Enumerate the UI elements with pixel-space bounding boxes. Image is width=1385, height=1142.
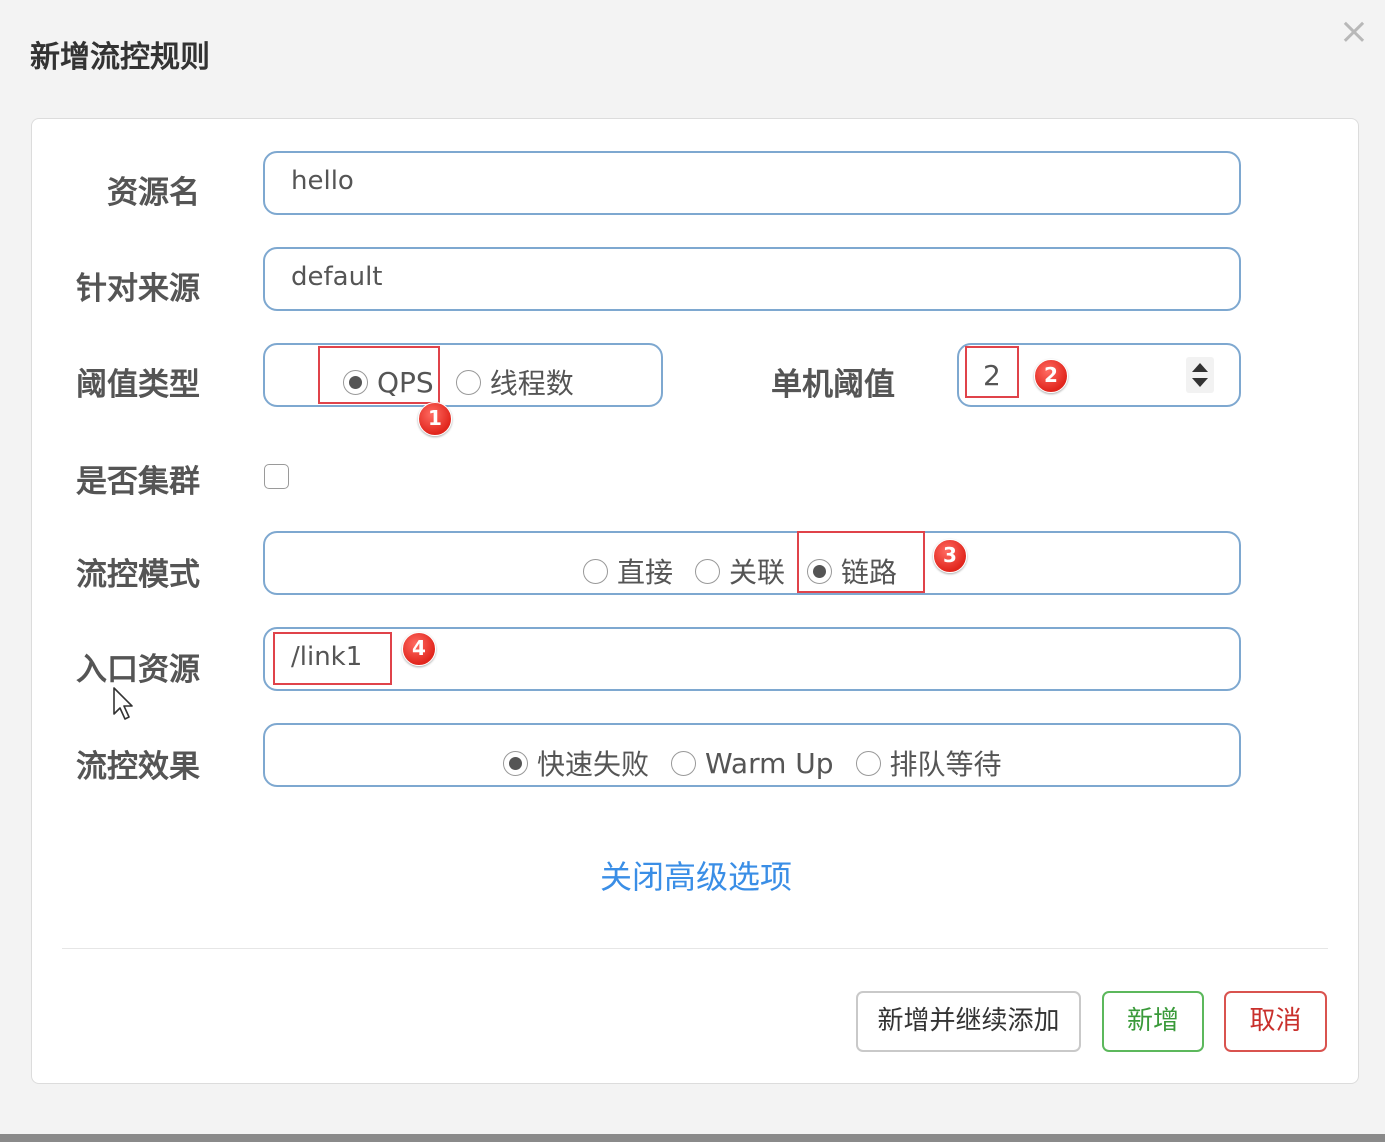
radio-circle-icon[interactable] xyxy=(855,750,881,776)
radio-chain[interactable]: 链路 xyxy=(807,551,897,591)
radio-circle-icon[interactable] xyxy=(583,558,608,584)
annotation-badge: 1 xyxy=(418,402,452,436)
count-label: 单机阈值 xyxy=(771,367,895,403)
limit-app-label: 针对来源 xyxy=(76,271,200,307)
radio-direct[interactable]: 直接 xyxy=(583,551,673,591)
divider xyxy=(62,948,1328,949)
radio-circle-icon[interactable] xyxy=(695,558,721,584)
ref-resource-label: 入口资源 xyxy=(76,652,200,688)
radio-fast-fail[interactable]: 快速失败 xyxy=(503,743,649,783)
toggle-advanced-link[interactable]: 关闭高级选项 xyxy=(600,852,792,898)
resource-name-label: 资源名 xyxy=(107,175,200,211)
dialog-title: 新增流控规则 xyxy=(30,40,210,75)
radio-warm-up-label: Warm Up xyxy=(705,746,834,780)
threshold-type-label: 阈值类型 xyxy=(76,367,200,403)
radio-circle-icon[interactable] xyxy=(807,558,833,584)
annotation-badge: 3 xyxy=(933,539,967,573)
annotation-badge: 2 xyxy=(1034,359,1068,393)
ref-resource-value: /link1 xyxy=(291,642,363,672)
threshold-type-radios: QPS 线程数 xyxy=(343,362,574,402)
mouse-pointer-icon xyxy=(113,687,133,720)
add-button[interactable]: 新增 xyxy=(1102,991,1204,1052)
close-icon[interactable]: × xyxy=(1336,12,1372,52)
radio-chain-label: 链路 xyxy=(841,556,898,589)
add-and-continue-button[interactable]: 新增并继续添加 xyxy=(856,991,1081,1052)
radio-fast-fail-label: 快速失败 xyxy=(537,748,650,781)
strategy-radios: 直接 关联 链路 xyxy=(583,551,897,591)
radio-qps-label: QPS xyxy=(377,365,434,399)
number-spinner-icon[interactable] xyxy=(1186,357,1214,393)
radio-thread-count-label: 线程数 xyxy=(489,367,574,400)
strategy-label: 流控模式 xyxy=(76,557,200,593)
radio-queue-label: 排队等待 xyxy=(889,748,1002,781)
limit-app-input[interactable]: default xyxy=(263,247,1241,311)
radio-circle-icon[interactable] xyxy=(671,750,697,776)
radio-circle-icon[interactable] xyxy=(343,369,368,395)
control-behavior-radios: 快速失败 Warm Up 排队等待 xyxy=(503,743,1002,783)
radio-warm-up[interactable]: Warm Up xyxy=(671,747,834,780)
radio-relate-label: 关联 xyxy=(729,556,786,589)
cancel-button[interactable]: 取消 xyxy=(1224,991,1327,1052)
control-behavior-label: 流控效果 xyxy=(76,749,200,785)
annotation-badge: 4 xyxy=(402,632,436,666)
radio-thread-count[interactable]: 线程数 xyxy=(455,362,574,402)
radio-circle-icon[interactable] xyxy=(455,369,481,395)
radio-qps[interactable]: QPS xyxy=(343,366,434,399)
resource-name-input[interactable]: hello xyxy=(263,151,1241,215)
count-value: 2 xyxy=(983,359,1001,392)
resource-name-value: hello xyxy=(291,166,354,196)
window-bottom-edge xyxy=(0,1134,1385,1142)
cluster-label: 是否集群 xyxy=(76,464,200,500)
cluster-checkbox[interactable] xyxy=(264,464,289,489)
radio-circle-icon[interactable] xyxy=(503,750,528,776)
limit-app-value: default xyxy=(291,262,383,292)
radio-queue[interactable]: 排队等待 xyxy=(855,743,1002,783)
radio-direct-label: 直接 xyxy=(617,556,674,589)
radio-relate[interactable]: 关联 xyxy=(695,551,785,591)
